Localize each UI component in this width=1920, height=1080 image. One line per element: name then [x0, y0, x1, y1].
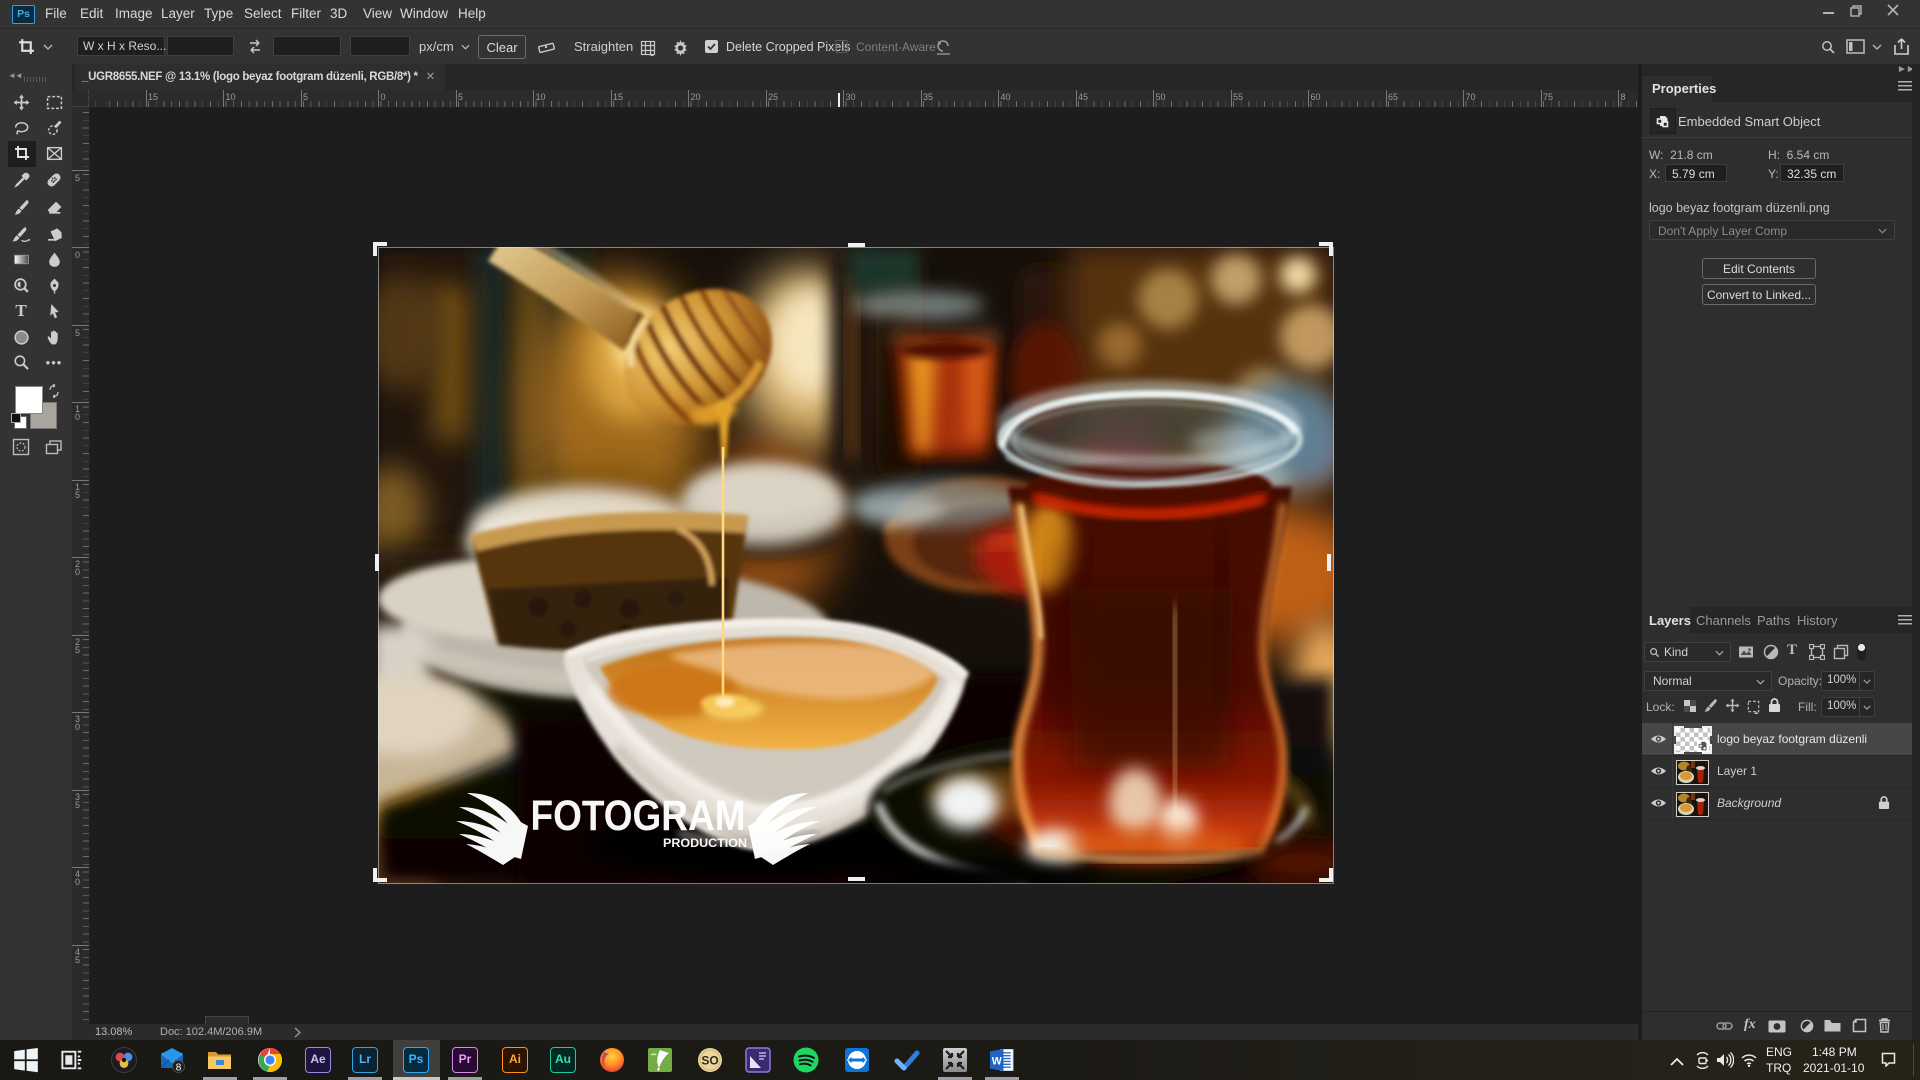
svg-text:8: 8: [176, 1062, 182, 1073]
svg-text:W: W: [992, 1055, 1002, 1067]
svg-text:SO: SO: [701, 1054, 718, 1068]
